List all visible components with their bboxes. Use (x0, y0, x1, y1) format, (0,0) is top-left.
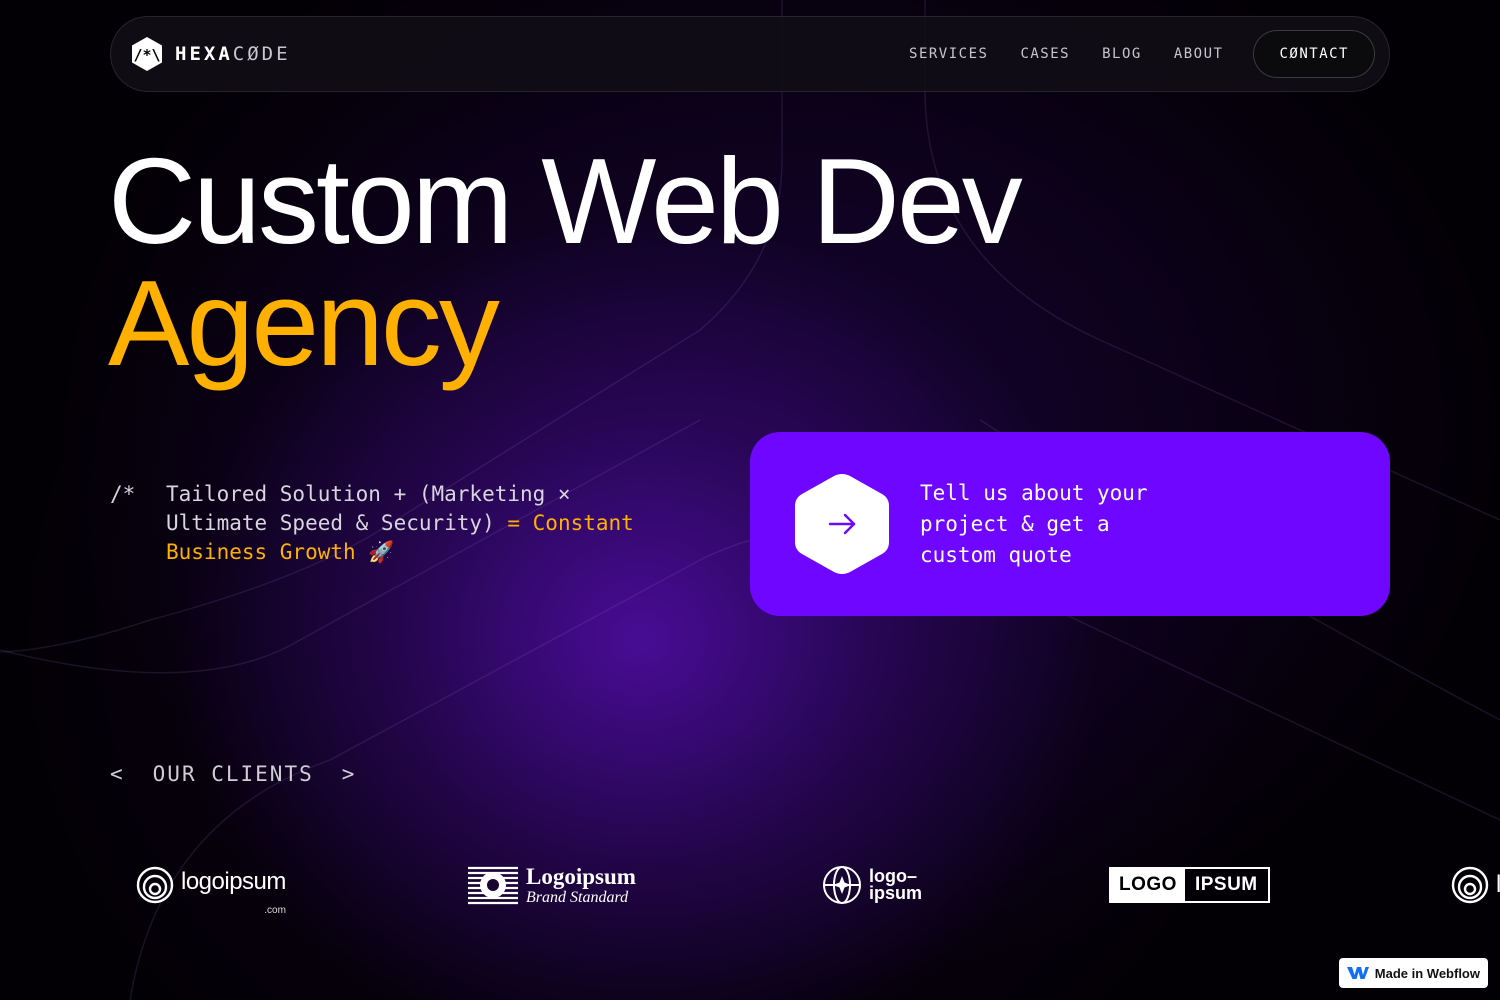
cta-hexagon-button[interactable] (794, 472, 890, 576)
clients-bracket-close: > (341, 762, 357, 786)
webflow-badge-label: Made in Webflow (1374, 965, 1480, 981)
svg-text:/*\: /*\ (133, 46, 160, 64)
nav-link-blog[interactable]: BLOG (1102, 46, 1142, 62)
tagline-text: Tailored Solution + (Marketing × Ultimat… (166, 480, 676, 567)
client-logo-5-name: logoipsum (1496, 871, 1500, 898)
brand-name: HEXACØDE (175, 43, 291, 65)
nav-link-services[interactable]: SERVICES (909, 46, 988, 62)
client-logo-4-name2: IPSUM (1194, 874, 1258, 895)
spiral-logo-icon (1451, 866, 1489, 904)
cta-text: Tell us about your project & get a custo… (920, 480, 1148, 567)
nav-link-about[interactable]: ABOUT (1174, 46, 1224, 62)
client-logo-2-name: Logoipsum (526, 863, 636, 889)
contact-button[interactable]: CØNTACT (1253, 30, 1375, 78)
clients-heading: < OUR CLIENTS > (110, 762, 356, 786)
arrow-right-icon (828, 513, 856, 535)
hero-tagline: /* Tailored Solution + (Marketing × Ulti… (110, 480, 676, 567)
hexagon-logo-icon: /*\ (132, 37, 162, 71)
spiral-logo-icon (136, 866, 174, 904)
client-logo-1-name: logoipsum (181, 868, 286, 895)
brand-name-secondary: CØDE (232, 43, 291, 65)
striped-circle-logo-icon (468, 866, 518, 905)
client-logo-4-box: LOGO IPSUM (1109, 867, 1270, 903)
client-logo-2-sub: Brand Standard (526, 888, 629, 906)
brand-logo[interactable]: /*\ HEXACØDE (129, 36, 291, 72)
client-logo-3: logo– ipsum (822, 855, 922, 915)
brand-name-primary: HEXA (175, 43, 233, 65)
made-in-webflow-badge[interactable]: Made in Webflow (1338, 958, 1488, 988)
clients-bracket-open: < (110, 762, 125, 786)
nav-links: SERVICES CASES BLOG ABOUT CØNTACT (909, 30, 1375, 78)
clients-label: OUR CLIENTS (152, 762, 314, 786)
client-logo-4-name: LOGO (1111, 869, 1185, 901)
client-logo-5: logoipsum (1451, 855, 1500, 915)
webflow-icon (1346, 967, 1369, 979)
nav-link-cases[interactable]: CASES (1020, 46, 1070, 62)
comment-marker: /* (110, 482, 136, 506)
client-logo-4: LOGO IPSUM (1109, 855, 1270, 915)
client-logo-1: logoipsum .com (136, 855, 286, 916)
client-logos: logoipsum .com Logoipsum Brand Standard (0, 855, 1500, 916)
hero-title-line2: Agency (108, 255, 500, 391)
rocket-icon: 🚀 (355, 540, 395, 564)
hero-title: Custom Web Dev Agency (108, 133, 1023, 391)
top-navbar: /*\ HEXACØDE SERVICES CASES BLOG ABOUT C… (110, 16, 1390, 92)
client-logo-1-sub: .com (264, 905, 286, 916)
globe-star-logo-icon (823, 866, 861, 904)
client-logo-2: Logoipsum Brand Standard (468, 855, 636, 915)
quote-cta-card[interactable]: Tell us about your project & get a custo… (750, 432, 1390, 616)
client-logo-3-name2: ipsum (869, 883, 923, 903)
hero-title-line1: Custom Web Dev (108, 133, 1023, 269)
